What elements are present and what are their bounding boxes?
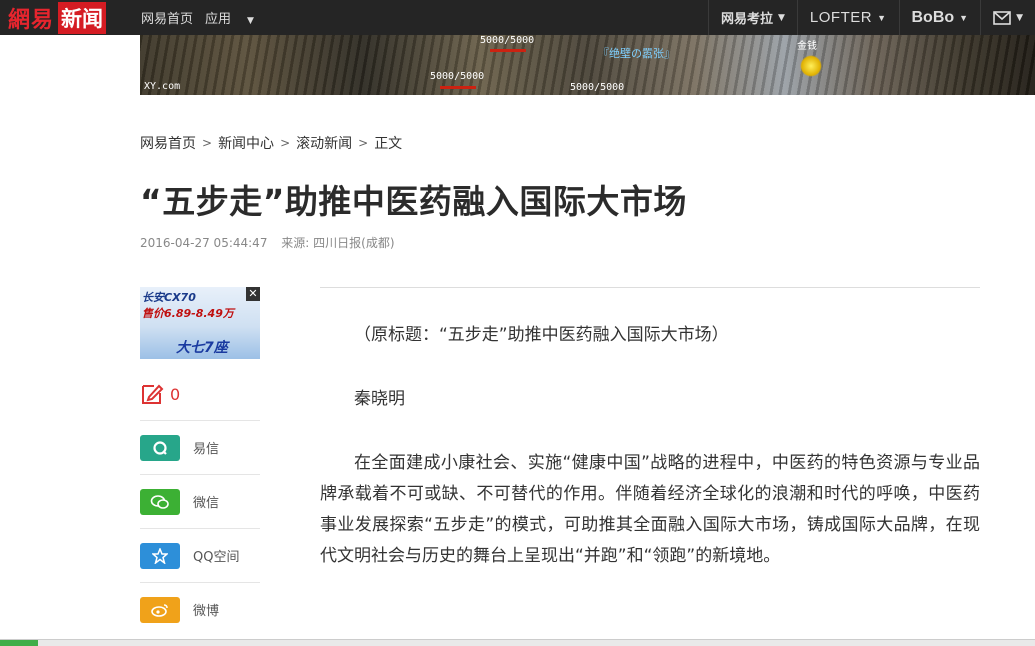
qzone-icon	[140, 542, 180, 569]
game-ad-banner[interactable]: 5000/5000 5000/5000 5000/5000 『绝壁の嚣张』 金钱…	[140, 35, 1035, 95]
ad-slogan: 大七7座	[176, 340, 228, 356]
nav-mail-menu[interactable]: ▼	[980, 0, 1035, 35]
article-paragraph: （原标题：“五步走”助推中医药融入国际大市场）	[354, 325, 729, 345]
close-icon[interactable]: ✕	[246, 287, 260, 301]
yixin-icon	[140, 434, 180, 461]
banner-hp-label: 5000/5000	[430, 71, 485, 82]
banner-player-name: 『绝壁の嚣张』	[598, 47, 675, 60]
article-meta: 2016-04-27 05:44:47 来源: 四川日报(成都)	[140, 234, 405, 251]
banner-hp-label: 5000/5000	[480, 35, 535, 46]
chevron-down-icon: ▼	[1016, 12, 1023, 23]
chevron-down-icon: ▼	[247, 16, 254, 26]
article-source[interactable]: 来源: 四川日报(成都)	[281, 236, 394, 250]
breadcrumb: 网易首页 > 新闻中心 > 滚动新闻 > 正文	[140, 133, 402, 153]
ad-model: 长安CX70	[142, 291, 196, 304]
article-divider	[320, 287, 980, 288]
banner-site-label: XY.com	[144, 81, 181, 92]
banner-hp-bar	[440, 86, 476, 89]
share-wechat[interactable]: 微信	[140, 474, 260, 528]
article-time: 2016-04-27 05:44:47	[140, 236, 268, 250]
nav-apps-menu[interactable]: 应用 ▼	[205, 8, 266, 27]
article-paragraph: 在全面建成小康社会、实施“健康中国”战略的进程中，中医药的特色资源与专业品牌承载…	[320, 453, 980, 566]
banner-hp-label: 5000/5000	[570, 82, 625, 93]
comment-count: 0	[170, 384, 181, 404]
car-ad[interactable]: 长安CX70 售价6.89-8.49万 大七7座 ✕	[140, 287, 260, 359]
banner-gold-label: 金钱	[797, 41, 817, 52]
share-yixin[interactable]: 易信	[140, 420, 260, 474]
share-weibo[interactable]: 微博	[140, 582, 260, 636]
chevron-down-icon: ▼	[877, 12, 887, 23]
nav-kaola-label: 网易考拉	[720, 12, 773, 27]
share-label: 易信	[193, 442, 220, 457]
nav-lofter-menu[interactable]: LOFTER ▼	[796, 0, 899, 35]
nav-kaola-menu[interactable]: 网易考拉 ▼	[707, 0, 797, 35]
breadcrumb-rolling-news[interactable]: 滚动新闻	[296, 133, 352, 153]
chevron-right-icon: >	[280, 136, 291, 150]
top-nav-bar: 網易 新闻 网易首页 应用 ▼ 网易考拉 ▼ LOFTER ▼ BoBo ▼ ▼	[0, 0, 1035, 35]
nav-right: 网易考拉 ▼ LOFTER ▼ BoBo ▼ ▼	[707, 0, 1035, 35]
share-label: 微信	[193, 496, 220, 511]
logo-news: 新闻	[58, 1, 107, 34]
nav-lofter-label: LOFTER	[809, 9, 873, 26]
breadcrumb-news-center[interactable]: 新闻中心	[218, 133, 274, 153]
article-title: “五步走”助推中医药融入国际大市场	[140, 182, 687, 221]
netease-news-logo[interactable]: 網易 新闻	[0, 0, 107, 35]
share-qzone[interactable]: QQ空间	[140, 528, 260, 582]
nav-apps-label: 应用	[205, 12, 232, 27]
breadcrumb-current: 正文	[374, 136, 403, 152]
mail-icon	[993, 10, 1011, 25]
share-label: QQ空间	[193, 550, 240, 565]
chevron-right-icon: >	[358, 136, 369, 150]
nav-home-link[interactable]: 网易首页	[141, 8, 193, 27]
edit-comment-icon	[142, 384, 164, 404]
nav-left: 网易首页 应用 ▼	[141, 0, 278, 35]
nav-bobo-menu[interactable]: BoBo ▼	[898, 0, 981, 35]
weibo-icon	[140, 596, 180, 623]
ad-price: 售价6.89-8.49万	[142, 307, 234, 320]
breadcrumb-home[interactable]: 网易首页	[140, 133, 196, 153]
gold-coin-icon	[800, 55, 822, 77]
share-list: 易信 微信 QQ空间 微博	[140, 420, 260, 636]
chevron-down-icon: ▼	[959, 12, 969, 23]
banner-hp-bar	[490, 49, 526, 52]
chevron-down-icon: ▼	[777, 12, 785, 23]
article-body: （原标题：“五步走”助推中医药融入国际大市场） 秦晓明 在全面建成小康社会、实施…	[320, 320, 980, 605]
bottom-strip-accent	[0, 640, 38, 646]
nav-bobo-label: BoBo	[911, 8, 955, 26]
share-label: 微博	[193, 604, 220, 619]
logo-brand: 網易	[8, 6, 55, 33]
article-paragraph: 秦晓明	[354, 389, 405, 409]
wechat-icon	[140, 488, 180, 515]
comment-button[interactable]: 0	[140, 382, 180, 406]
chevron-right-icon: >	[202, 136, 213, 150]
